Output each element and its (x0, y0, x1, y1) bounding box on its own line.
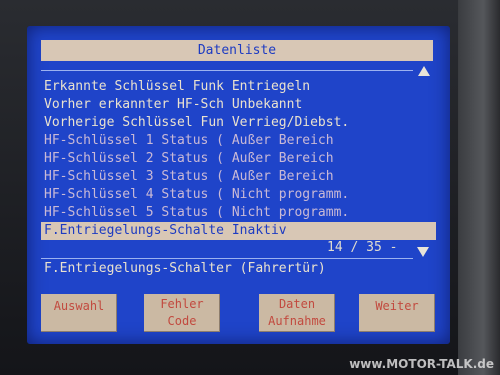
watermark: www.MOTOR-TALK.de (349, 357, 494, 371)
selected-item-description: F.Entriegelungs-Schalter (Fahrertür) (44, 261, 326, 276)
screen-title: Datenliste (41, 40, 433, 61)
list-item[interactable]: Vorherige Schlüssel Fun Verrieg/Diebst. (44, 114, 439, 132)
softkey-bar: Auswahl Fehler Code Daten Aufnahme Weite… (41, 294, 441, 334)
auswahl-button[interactable]: Auswahl (41, 294, 117, 332)
title-divider (41, 70, 413, 71)
fehler-code-button[interactable]: Fehler Code (144, 294, 220, 332)
list-item[interactable]: Erkannte Schlüssel Funk Entriegeln (44, 78, 439, 96)
data-list: Erkannte Schlüssel Funk Entriegeln Vorhe… (41, 78, 439, 240)
device-frame-edge (458, 0, 500, 375)
diagnostic-screen: Datenliste Erkannte Schlüssel Funk Entri… (27, 26, 450, 344)
list-divider (41, 258, 413, 259)
daten-aufnahme-button[interactable]: Daten Aufnahme (259, 294, 335, 332)
list-item[interactable]: HF-Schlüssel 1 Status ( Außer Bereich (44, 132, 439, 150)
list-item[interactable]: HF-Schlüssel 4 Status ( Nicht programm. (44, 186, 439, 204)
list-position-counter: 14 / 35 - (327, 240, 398, 255)
list-item[interactable]: HF-Schlüssel 2 Status ( Außer Bereich (44, 150, 439, 168)
list-item[interactable]: HF-Schlüssel 5 Status ( Nicht programm. (44, 204, 439, 222)
list-item[interactable]: HF-Schlüssel 3 Status ( Außer Bereich (44, 168, 439, 186)
list-item-selected[interactable]: F.Entriegelungs-Schalte Inaktiv (41, 222, 436, 240)
scroll-up-arrow-icon[interactable] (418, 66, 430, 76)
weiter-button[interactable]: Weiter (359, 294, 435, 332)
scroll-down-arrow-icon[interactable] (417, 247, 429, 257)
list-item[interactable]: Vorher erkannter HF-Sch Unbekannt (44, 96, 439, 114)
